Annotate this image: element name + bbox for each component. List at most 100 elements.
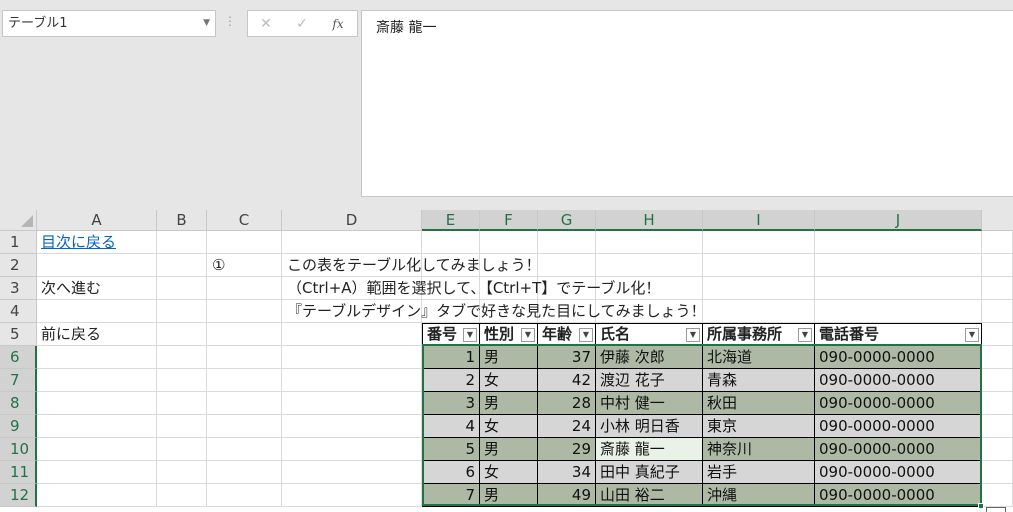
grid-cell[interactable] xyxy=(703,254,815,277)
grid-cell[interactable] xyxy=(538,254,596,277)
grid-cell[interactable] xyxy=(157,323,207,346)
grid-cell[interactable] xyxy=(282,438,422,461)
grid-cell[interactable] xyxy=(282,484,422,507)
chevron-down-icon[interactable]: ▼ xyxy=(203,11,210,36)
filter-dropdown-icon[interactable]: ▼ xyxy=(463,328,477,342)
formula-input[interactable]: 斎藤 龍一 xyxy=(361,10,1013,197)
grid-cell[interactable] xyxy=(282,231,422,254)
column-header-a[interactable]: A xyxy=(37,210,157,231)
grid-cell[interactable] xyxy=(982,323,1013,346)
grid-cell[interactable] xyxy=(703,277,815,300)
table-cell-office[interactable]: 岩手 xyxy=(703,461,815,484)
table-cell-gender[interactable]: 男 xyxy=(480,484,538,507)
table-cell-gender[interactable]: 男 xyxy=(480,392,538,415)
row-header-10[interactable]: 10 xyxy=(0,438,37,461)
name-box[interactable]: テーブル1 ▼ xyxy=(2,10,216,37)
table-cell-name[interactable]: 中村 健一 xyxy=(596,392,703,415)
table-cell-age[interactable]: 42 xyxy=(538,369,596,392)
table-cell-number[interactable]: 1 xyxy=(422,346,480,369)
grid-cell[interactable] xyxy=(157,346,207,369)
grid-cell[interactable] xyxy=(157,300,207,323)
fill-handle[interactable] xyxy=(978,503,984,509)
row-header-11[interactable]: 11 xyxy=(0,461,37,484)
table-cell-gender[interactable]: 女 xyxy=(480,461,538,484)
table-cell-number[interactable]: 3 xyxy=(422,392,480,415)
table-cell-gender[interactable]: 女 xyxy=(480,415,538,438)
table-cell-office[interactable]: 東京 xyxy=(703,415,815,438)
table-cell-age[interactable]: 29 xyxy=(538,438,596,461)
grid-cell[interactable] xyxy=(703,300,815,323)
filter-dropdown-icon[interactable]: ▼ xyxy=(798,328,812,342)
table-cell-phone[interactable]: 090-0000-0000 xyxy=(815,438,982,461)
grid-cell[interactable] xyxy=(982,392,1013,415)
grid-cell[interactable] xyxy=(37,300,157,323)
table-cell-phone[interactable]: 090-0000-0000 xyxy=(815,392,982,415)
row-header-8[interactable]: 8 xyxy=(0,392,37,415)
table-cell-number[interactable]: 5 xyxy=(422,438,480,461)
column-header-e[interactable]: E xyxy=(422,210,480,231)
grid-cell[interactable] xyxy=(207,231,282,254)
row-header-12[interactable]: 12 xyxy=(0,484,37,507)
grid-cell[interactable] xyxy=(37,484,157,507)
grid-cell[interactable] xyxy=(157,277,207,300)
grid-cell[interactable] xyxy=(37,254,157,277)
row-header-4[interactable]: 4 xyxy=(0,300,37,323)
insert-function-icon[interactable]: fx xyxy=(326,15,350,33)
column-header-c[interactable]: C xyxy=(207,210,282,231)
grid-cell[interactable] xyxy=(982,484,1013,507)
grid-cell[interactable] xyxy=(157,484,207,507)
table-cell-age[interactable]: 24 xyxy=(538,415,596,438)
row-header-2[interactable]: 2 xyxy=(0,254,37,277)
grid-cell[interactable] xyxy=(157,231,207,254)
select-all-button[interactable] xyxy=(0,210,37,231)
filter-dropdown-icon[interactable]: ▼ xyxy=(965,328,979,342)
table-cell-name[interactable]: 斎藤 龍一 xyxy=(596,438,703,461)
grid-cell[interactable] xyxy=(157,438,207,461)
filter-dropdown-icon[interactable]: ▼ xyxy=(579,328,593,342)
grid-cell[interactable] xyxy=(982,369,1013,392)
row-header-3[interactable]: 3 xyxy=(0,277,37,300)
grid-cell[interactable] xyxy=(982,254,1013,277)
grid-cell[interactable] xyxy=(157,415,207,438)
grid-cell[interactable] xyxy=(37,415,157,438)
filter-dropdown-icon[interactable]: ▼ xyxy=(521,328,535,342)
grid-cell[interactable] xyxy=(207,484,282,507)
grid-cell[interactable] xyxy=(207,300,282,323)
column-header-h[interactable]: H xyxy=(596,210,703,231)
table-cell-number[interactable]: 4 xyxy=(422,415,480,438)
table-cell-phone[interactable]: 090-0000-0000 xyxy=(815,369,982,392)
grid-cell[interactable] xyxy=(37,369,157,392)
column-header-b[interactable]: B xyxy=(157,210,207,231)
grid-cell[interactable] xyxy=(596,231,703,254)
column-header-i[interactable]: I xyxy=(703,210,815,231)
grid-cell[interactable] xyxy=(207,369,282,392)
grid-cell[interactable] xyxy=(157,461,207,484)
grid-cell[interactable] xyxy=(480,231,538,254)
column-header-j[interactable]: J xyxy=(815,210,982,231)
table-cell-gender[interactable]: 男 xyxy=(480,438,538,461)
grid-cell[interactable] xyxy=(982,461,1013,484)
grid-cell[interactable] xyxy=(282,415,422,438)
grid-cell[interactable] xyxy=(982,346,1013,369)
grid-cell[interactable] xyxy=(207,461,282,484)
table-cell-gender[interactable]: 女 xyxy=(480,369,538,392)
table-cell-office[interactable]: 神奈川 xyxy=(703,438,815,461)
grid-cell[interactable] xyxy=(207,323,282,346)
table-cell-name[interactable]: 渡辺 花子 xyxy=(596,369,703,392)
table-cell-age[interactable]: 34 xyxy=(538,461,596,484)
grid-cell[interactable] xyxy=(157,392,207,415)
row-header-6[interactable]: 6 xyxy=(0,346,37,369)
table-cell-number[interactable]: 7 xyxy=(422,484,480,507)
row-header-1[interactable]: 1 xyxy=(0,231,37,254)
table-cell-name[interactable]: 小林 明日香 xyxy=(596,415,703,438)
grid-cell[interactable] xyxy=(815,231,982,254)
cell-a1-link[interactable]: 目次に戻る xyxy=(41,231,116,254)
grid-cell[interactable] xyxy=(815,277,982,300)
filter-dropdown-icon[interactable]: ▼ xyxy=(686,328,700,342)
grid-cell[interactable] xyxy=(815,254,982,277)
table-cell-office[interactable]: 沖縄 xyxy=(703,484,815,507)
grid-cell[interactable] xyxy=(207,438,282,461)
grid-cell[interactable] xyxy=(282,392,422,415)
grid-cell[interactable] xyxy=(282,346,422,369)
grid-cell[interactable] xyxy=(282,369,422,392)
